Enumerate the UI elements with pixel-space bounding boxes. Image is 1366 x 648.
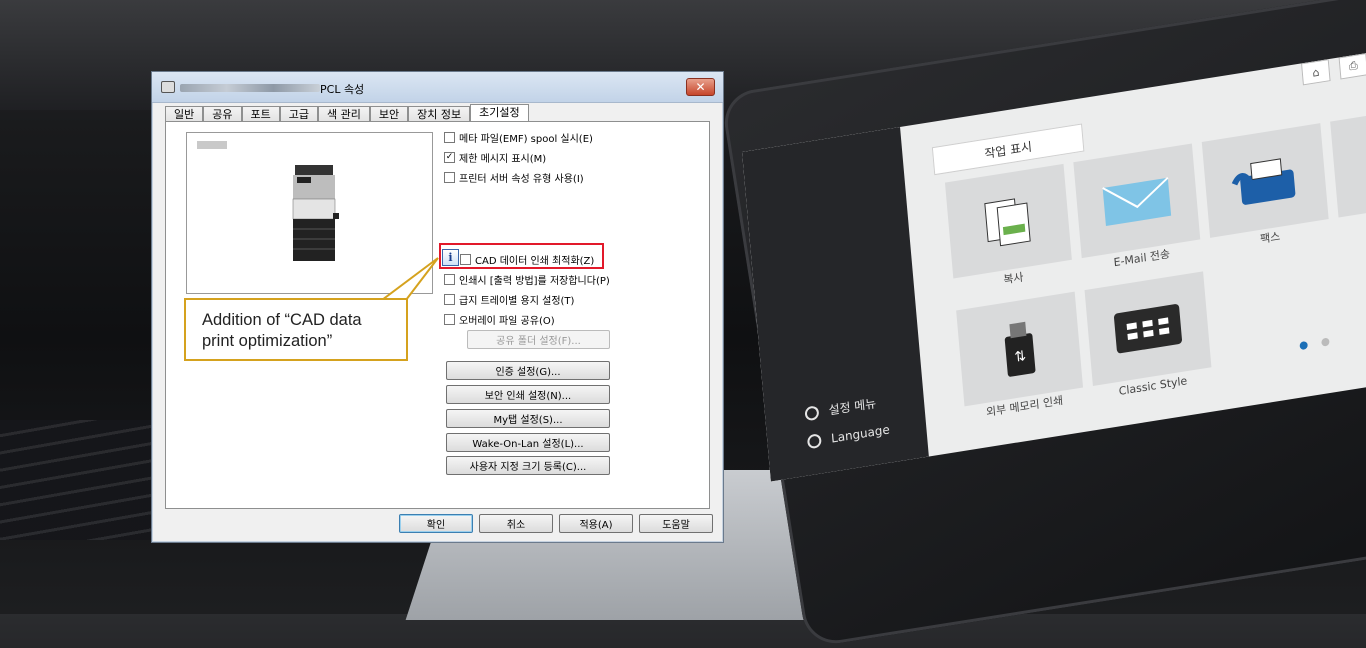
apply-button[interactable]: 적용(A) bbox=[559, 514, 633, 533]
redacted-model-label bbox=[197, 141, 227, 149]
checkbox-restriction-message[interactable]: ✓ bbox=[444, 152, 455, 163]
envelope-icon bbox=[1102, 176, 1172, 226]
globe-icon bbox=[806, 433, 822, 450]
panel-language-label: Language bbox=[830, 422, 891, 446]
callout-line-2: print optimization” bbox=[202, 332, 333, 350]
page-indicator bbox=[1299, 337, 1330, 351]
tile-external-memory[interactable]: ⇅ bbox=[956, 291, 1084, 407]
copy-icon bbox=[984, 198, 1031, 247]
print-status-icon[interactable]: ⎙ bbox=[1338, 53, 1366, 80]
mfp-device-image bbox=[292, 165, 339, 261]
mytab-settings-button[interactable]: My탭 설정(S)... bbox=[446, 409, 610, 428]
checkbox-overlay-share[interactable] bbox=[444, 314, 455, 325]
printer-icon bbox=[1362, 131, 1366, 190]
checkbox-printer-server[interactable] bbox=[444, 172, 455, 183]
tile-fax[interactable] bbox=[1201, 123, 1329, 238]
secure-print-settings-button[interactable]: 보안 인쇄 설정(N)... bbox=[446, 385, 610, 404]
callout-line-1: Addition of “CAD data bbox=[202, 311, 362, 329]
panel-settings-menu[interactable]: 설정 메뉴 bbox=[804, 394, 877, 422]
ok-button[interactable]: 확인 bbox=[399, 514, 473, 533]
tile-classic-style[interactable] bbox=[1084, 271, 1212, 386]
checkbox-label: 급지 트레이별 용지 설정(T) bbox=[459, 296, 575, 307]
custom-size-register-button[interactable]: 사용자 지정 크기 등록(C)... bbox=[446, 456, 610, 475]
cancel-button[interactable]: 취소 bbox=[479, 514, 553, 533]
dialog-titlebar[interactable]: PCL 속성 ✕ bbox=[152, 72, 723, 103]
checkbox-cad-optimization[interactable] bbox=[460, 254, 471, 265]
panel-language[interactable]: Language bbox=[806, 422, 891, 450]
checkbox-row-restriction-message[interactable]: ✓ 제한 메시지 표시(M) bbox=[444, 150, 546, 165]
checkbox-label: 제한 메시지 표시(M) bbox=[459, 154, 547, 165]
fax-icon bbox=[1231, 158, 1296, 205]
checkbox-row-overlay-share[interactable]: 오버레이 파일 공유(O) bbox=[444, 312, 555, 327]
tile-email[interactable] bbox=[1073, 143, 1201, 259]
usb-icon: ⇅ bbox=[1004, 321, 1036, 377]
checkbox-row-save-output-method[interactable]: 인쇄시 [출력 방법]를 저장합니다(P) bbox=[444, 272, 610, 287]
keypad-icon bbox=[1113, 304, 1182, 354]
checkbox-row-emf-spool[interactable]: 메타 파일(EMF) spool 실시(E) bbox=[444, 130, 593, 145]
wake-on-lan-settings-button[interactable]: Wake-On-Lan 설정(L)... bbox=[446, 433, 610, 452]
checkbox-label: 메타 파일(EMF) spool 실시(E) bbox=[459, 134, 593, 145]
redacted-printer-name bbox=[180, 84, 320, 92]
page-dot-active[interactable] bbox=[1299, 340, 1308, 351]
checkbox-label: CAD 데이터 인쇄 최적화(Z) bbox=[475, 256, 595, 267]
page-dot[interactable] bbox=[1321, 337, 1330, 347]
checkbox-save-output-method[interactable] bbox=[444, 274, 455, 285]
checkbox-row-cad-optimization[interactable]: CAD 데이터 인쇄 최적화(Z) bbox=[460, 252, 594, 267]
checkbox-label: 프린터 서버 속성 유형 사용(I) bbox=[459, 174, 584, 185]
annotation-callout: Addition of “CAD data print optimization… bbox=[184, 298, 408, 361]
checkbox-emf-spool[interactable] bbox=[444, 132, 455, 143]
tab-strip: 일반 공유 포트 고급 색 관리 보안 장치 정보 초기설정 bbox=[165, 104, 529, 123]
tile-auth[interactable] bbox=[1330, 102, 1366, 218]
tile-copy[interactable] bbox=[944, 163, 1072, 279]
home-icon[interactable]: ⌂ bbox=[1301, 59, 1331, 86]
panel-settings-label: 설정 메뉴 bbox=[828, 396, 877, 418]
checkbox-label: 오버레이 파일 공유(O) bbox=[459, 316, 555, 327]
checkbox-label: 인쇄시 [출력 방법]를 저장합니다(P) bbox=[459, 276, 610, 287]
callout-pointer bbox=[380, 257, 439, 300]
close-button[interactable]: ✕ bbox=[686, 78, 715, 96]
auth-settings-button[interactable]: 인증 설정(G)... bbox=[446, 361, 610, 380]
help-button[interactable]: 도움말 bbox=[639, 514, 713, 533]
checkbox-row-tray-paper[interactable]: 급지 트레이별 용지 설정(T) bbox=[444, 292, 574, 307]
shared-folder-settings-button[interactable]: 공유 폴더 설정(F)... bbox=[467, 330, 610, 349]
panel-sidebar: 설정 메뉴 Language bbox=[742, 126, 929, 482]
checkbox-row-printer-server[interactable]: 프린터 서버 속성 유형 사용(I) bbox=[444, 170, 584, 185]
checkbox-tray-paper[interactable] bbox=[444, 294, 455, 305]
printer-icon bbox=[161, 81, 175, 93]
gear-icon bbox=[804, 404, 820, 421]
dialog-title: PCL 속성 bbox=[320, 83, 365, 96]
svg-text:⇅: ⇅ bbox=[1014, 348, 1027, 366]
